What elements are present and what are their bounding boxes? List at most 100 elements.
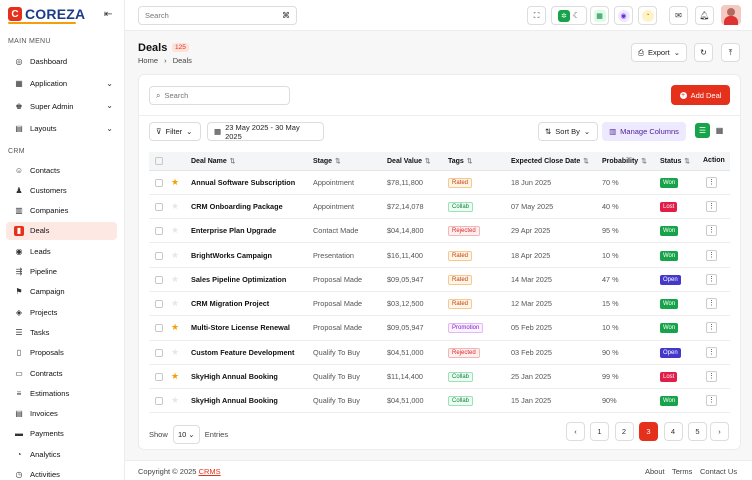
- sidebar-item-estimations[interactable]: ≡ Estimations: [6, 384, 117, 402]
- more-options-icon[interactable]: ⋮: [706, 225, 717, 237]
- more-options-icon[interactable]: ⋮: [706, 371, 717, 383]
- sidebar-item-layouts[interactable]: ▤ Layouts ⌄: [6, 120, 117, 138]
- more-options-icon[interactable]: ⋮: [706, 395, 717, 407]
- star-icon[interactable]: ★: [171, 322, 179, 332]
- copyright-brand-link[interactable]: CRMS: [199, 467, 221, 476]
- sidebar-item-contracts[interactable]: ▭ Contracts: [6, 364, 117, 382]
- star-icon[interactable]: ★: [171, 347, 179, 357]
- more-options-icon[interactable]: ⋮: [706, 176, 717, 188]
- page-button-3[interactable]: 3: [639, 422, 658, 441]
- star-icon[interactable]: ★: [171, 225, 179, 235]
- global-search-input[interactable]: [145, 11, 265, 20]
- fullscreen-button[interactable]: ⛶: [527, 6, 546, 25]
- row-checkbox[interactable]: [155, 227, 163, 236]
- deal-name[interactable]: Sales Pipeline Optimization: [191, 267, 313, 292]
- deals-search-input[interactable]: [164, 91, 275, 100]
- deals-search[interactable]: ⌕: [149, 86, 290, 105]
- footer-link-terms[interactable]: Terms: [672, 467, 692, 476]
- row-checkbox[interactable]: [155, 275, 163, 284]
- sort-by-button[interactable]: ⇅ Sort By ⌄: [538, 122, 598, 141]
- filter-button[interactable]: ⊽ Filter ⌄: [149, 122, 201, 141]
- table-row[interactable]: ★ CRM Onboarding Package Appointment $72,1…: [149, 194, 730, 220]
- deal-name[interactable]: CRM Onboarding Package: [191, 194, 313, 220]
- export-button[interactable]: ⎙ Export ⌄: [631, 43, 687, 62]
- star-icon[interactable]: ★: [171, 201, 179, 211]
- header-probability[interactable]: Probability ⇅: [602, 152, 660, 171]
- table-row[interactable]: ★ Enterprise Plan Upgrade Contact Made $04,…: [149, 218, 730, 244]
- table-row[interactable]: ★ Sales Pipeline Optimization Proposal Mad…: [149, 267, 730, 292]
- user-avatar[interactable]: [721, 5, 741, 25]
- date-range-picker[interactable]: ▦ 23 May 2025 - 30 May 2025: [207, 122, 324, 141]
- deal-name[interactable]: CRM Migration Project: [191, 291, 313, 317]
- deal-name[interactable]: Enterprise Plan Upgrade: [191, 218, 313, 244]
- table-row[interactable]: ★ CRM Migration Project Proposal Made $03,1…: [149, 291, 730, 317]
- header-tags[interactable]: Tags ⇅: [448, 152, 511, 171]
- star-icon[interactable]: ★: [171, 298, 179, 308]
- next-page-icon[interactable]: ›: [710, 422, 729, 441]
- row-checkbox[interactable]: [155, 178, 163, 187]
- deal-name[interactable]: Custom Feature Development: [191, 340, 313, 365]
- deal-name[interactable]: Multi-Store License Renewal: [191, 315, 313, 341]
- more-options-icon[interactable]: ⋮: [706, 249, 717, 261]
- deal-name[interactable]: Annual Software Subscription: [191, 170, 313, 195]
- entries-select[interactable]: 10 ⌄: [172, 425, 200, 444]
- more-options-icon[interactable]: ⋮: [706, 322, 717, 334]
- star-icon[interactable]: ★: [171, 371, 179, 381]
- sidebar-item-activities[interactable]: ◷ Activities: [6, 466, 117, 480]
- deal-name[interactable]: BrightWorks Campaign: [191, 242, 313, 268]
- sidebar-item-proposals[interactable]: ▯ Proposals: [6, 344, 117, 362]
- page-button-1[interactable]: 1: [590, 422, 609, 441]
- sidebar-item-leads[interactable]: ◉ Leads: [6, 242, 117, 260]
- theme-toggle[interactable]: ✲ ☾: [551, 6, 587, 25]
- sidebar-item-companies[interactable]: ▥ Companies: [6, 202, 117, 220]
- table-row[interactable]: ★ Multi-Store License Renewal Proposal Mad…: [149, 315, 730, 341]
- sidebar-item-projects[interactable]: ◈ Projects: [6, 303, 117, 321]
- row-checkbox[interactable]: [155, 251, 163, 260]
- add-deal-button[interactable]: + Add Deal: [671, 85, 730, 105]
- header-deal-name[interactable]: Deal Name ⇅: [191, 152, 313, 171]
- more-options-icon[interactable]: ⋮: [706, 200, 717, 212]
- notifications-button[interactable]: 🔔︎: [695, 6, 714, 25]
- sidebar-item-tasks[interactable]: ☰ Tasks: [6, 323, 117, 341]
- star-icon[interactable]: ★: [171, 250, 179, 260]
- footer-link-contact[interactable]: Contact Us: [700, 467, 737, 476]
- chat-button[interactable]: ◉: [614, 6, 633, 25]
- page-button-2[interactable]: 2: [614, 422, 634, 441]
- sidebar-item-campaign[interactable]: ⚑ Campaign: [6, 283, 117, 301]
- timer-button[interactable]: ◔: [638, 6, 657, 25]
- sidebar-item-analytics[interactable]: ◔ Analytics: [6, 445, 117, 463]
- sidebar-item-invoices[interactable]: ▤ Invoices: [6, 405, 117, 423]
- table-row[interactable]: ★ SkyHigh Annual Booking Qualify To Buy $04…: [149, 388, 730, 414]
- deal-name[interactable]: SkyHigh Annual Booking: [191, 388, 313, 414]
- prev-page-icon[interactable]: ‹: [566, 422, 585, 441]
- manage-columns-button[interactable]: ▥ Manage Columns: [602, 122, 686, 141]
- table-row[interactable]: ★ BrightWorks Campaign Presentation $16,11,…: [149, 242, 730, 268]
- refresh-button[interactable]: ↻: [694, 43, 713, 62]
- grid-view-button[interactable]: ▦: [712, 123, 727, 138]
- header-close-date[interactable]: Expected Close Date ⇅: [511, 152, 602, 171]
- list-view-button[interactable]: ☰: [695, 123, 710, 138]
- row-checkbox[interactable]: [155, 373, 163, 382]
- header-deal-value[interactable]: Deal Value ⇅: [387, 152, 448, 171]
- header-stage[interactable]: Stage ⇅: [313, 152, 387, 171]
- row-checkbox[interactable]: [155, 300, 163, 309]
- brand-logo[interactable]: C COREZA: [8, 6, 85, 22]
- messages-button[interactable]: ✉: [669, 6, 688, 25]
- deal-name[interactable]: SkyHigh Annual Booking: [191, 364, 313, 390]
- sidebar-item-dashboard[interactable]: ◎ Dashboard: [6, 52, 117, 70]
- breadcrumb-home[interactable]: Home: [138, 56, 158, 65]
- footer-link-about[interactable]: About: [645, 467, 665, 476]
- sidebar-item-deals[interactable]: ▮ Deals: [6, 221, 117, 240]
- global-search[interactable]: ⌘: [138, 6, 297, 25]
- row-checkbox[interactable]: [155, 397, 163, 406]
- row-checkbox[interactable]: [155, 202, 163, 211]
- row-checkbox[interactable]: [155, 348, 163, 357]
- more-options-icon[interactable]: ⋮: [706, 346, 717, 358]
- select-all-checkbox[interactable]: [155, 156, 163, 165]
- more-options-icon[interactable]: ⋮: [706, 298, 717, 310]
- page-button-4[interactable]: 4: [663, 422, 683, 441]
- row-checkbox[interactable]: [155, 324, 163, 333]
- star-icon[interactable]: ★: [171, 274, 179, 284]
- table-row[interactable]: ★ Custom Feature Development Qualify To B…: [149, 340, 730, 365]
- sidebar-item-customers[interactable]: ♟ Customers: [6, 181, 117, 199]
